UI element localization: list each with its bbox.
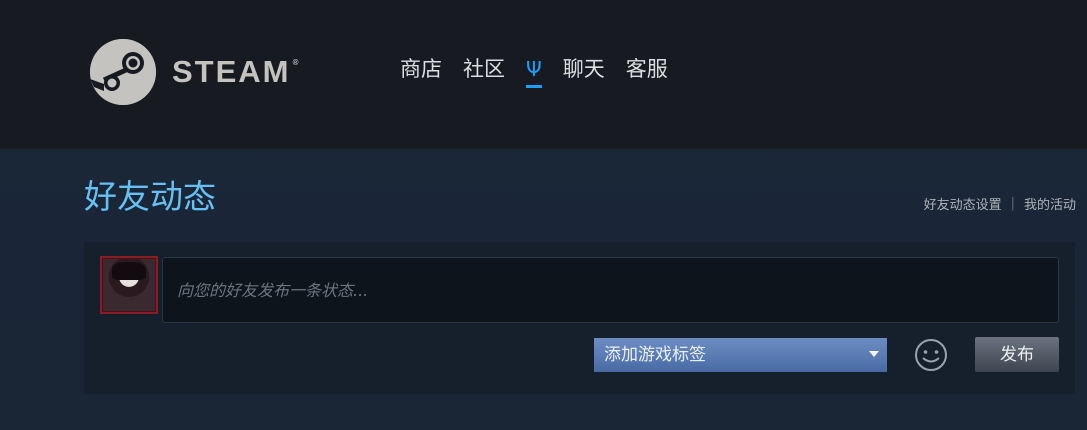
- steam-logo-icon: [90, 39, 156, 105]
- top-bar: STEAM ® 商店 社区 Ψ 聊天 客服: [0, 0, 1087, 149]
- my-activity-link[interactable]: 我的活动: [1024, 194, 1076, 213]
- page-title: 好友动态: [84, 177, 216, 216]
- nav-community[interactable]: 社区: [463, 56, 505, 88]
- nav-chat[interactable]: 聊天: [563, 56, 605, 88]
- status-composer: 添加游戏标签 发布: [84, 242, 1075, 394]
- main-nav: 商店 社区 Ψ 聊天 客服: [400, 56, 689, 96]
- smiley-icon[interactable]: [914, 338, 948, 372]
- game-tag-select[interactable]: 添加游戏标签: [594, 338, 887, 372]
- link-separator: |: [1010, 196, 1015, 211]
- nav-profile[interactable]: Ψ: [526, 56, 542, 88]
- registered-mark: ®: [292, 58, 299, 67]
- post-button[interactable]: 发布: [975, 337, 1059, 372]
- nav-store[interactable]: 商店: [400, 56, 442, 88]
- chevron-down-icon: [869, 351, 879, 357]
- activity-links: 好友动态设置 | 我的活动: [924, 194, 1076, 213]
- status-input[interactable]: [162, 257, 1059, 323]
- logo-text: STEAM: [172, 54, 291, 89]
- nav-support[interactable]: 客服: [626, 56, 668, 88]
- avatar[interactable]: [100, 256, 158, 314]
- steam-logo[interactable]: STEAM ®: [90, 38, 299, 106]
- steam-wordmark: STEAM ®: [172, 54, 299, 90]
- game-tag-label: 添加游戏标签: [604, 345, 706, 365]
- activity-settings-link[interactable]: 好友动态设置: [924, 194, 1002, 213]
